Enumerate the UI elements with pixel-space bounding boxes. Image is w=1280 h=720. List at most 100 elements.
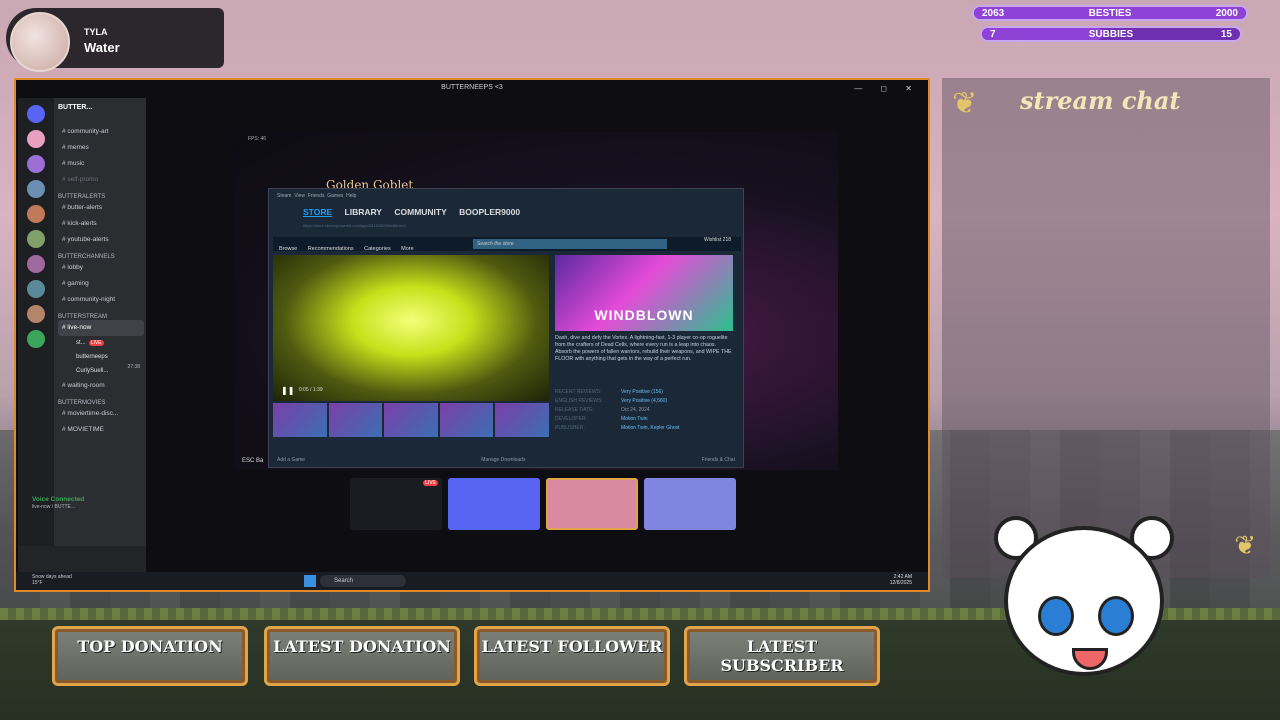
meta-value[interactable]: Motion Twin, Kepler Ghost: [621, 425, 680, 434]
subbies-goal-bar: 7 SUBBIES 15: [980, 26, 1242, 42]
steam-menu: Steam View Friends Games Help: [277, 193, 356, 199]
voice-user[interactable]: st... LIVE: [58, 336, 144, 350]
tab-store[interactable]: STORE: [303, 207, 332, 217]
server-icon[interactable]: [27, 305, 45, 323]
pause-icon[interactable]: ❚❚: [281, 386, 294, 395]
window-controls[interactable]: — ◻ ✕: [854, 84, 920, 93]
trailer-video[interactable]: 0:05 / 1:39 ❚❚: [273, 255, 549, 401]
meta-row: RELEASE DATE: Oct 24, 2024: [555, 407, 733, 416]
server-icon[interactable]: [27, 205, 45, 223]
dock-tile-server[interactable]: [644, 478, 736, 530]
server-icon[interactable]: [27, 130, 45, 148]
top-donation-panel: TOP DONATION: [52, 626, 248, 686]
menu-steam[interactable]: Steam: [277, 193, 291, 199]
tab-profile[interactable]: BOOPLER9000: [459, 207, 520, 217]
window-title: BUTTERNEEPS <3: [441, 84, 503, 91]
taskbar-search[interactable]: Search: [320, 575, 406, 587]
weather-widget[interactable]: Snow days ahead 15°F: [32, 574, 72, 586]
menu-help[interactable]: Help: [346, 193, 356, 199]
meta-value[interactable]: Very Positive (156): [621, 389, 663, 398]
channel-item[interactable]: # self-promo: [58, 172, 144, 188]
discord-sidebar: BUTTER... # community-art # memes # music #…: [18, 98, 146, 572]
dock-tile-avatar[interactable]: [546, 478, 638, 530]
thumbnail[interactable]: [384, 403, 438, 437]
thumbnail[interactable]: [439, 403, 494, 437]
channel-item[interactable]: # moviertime-disc...: [58, 406, 144, 422]
game-meta: RECENT REVIEWS: Very Positive (156) ENGLIS…: [555, 389, 733, 434]
store-nav: Browse Recommendations Categories More S…: [273, 237, 741, 252]
screen-capture: BUTTERNEEPS <3 — ◻ ✕ BUTTER... # communi…: [14, 78, 930, 592]
meta-key: RECENT REVIEWS:: [555, 389, 602, 395]
media-thumbnails: [273, 403, 549, 437]
wishlist-button[interactable]: Wishlist 218: [704, 237, 731, 243]
tab-library[interactable]: LIBRARY: [345, 207, 382, 217]
menu-friends[interactable]: Friends: [308, 193, 325, 199]
steam-window: Steam View Friends Games Help STORE LIBR…: [268, 188, 744, 468]
discord-home-icon[interactable]: [27, 105, 45, 123]
meta-value[interactable]: Very Positive (4,560): [621, 398, 667, 407]
channel-item[interactable]: # live-now: [58, 320, 144, 336]
fps-counter: FPS: 46: [248, 136, 267, 142]
channel-item[interactable]: # community-art: [58, 124, 144, 140]
server-icon[interactable]: [27, 155, 45, 173]
now-playing-widget: TYLA Water: [6, 8, 224, 72]
thumbnail[interactable]: [273, 403, 327, 437]
stream-chat-panel: ❦ stream chat ❦: [942, 78, 1270, 578]
meta-row: ENGLISH REVIEWS: Very Positive (4,560): [555, 398, 733, 407]
bear-eye: [1098, 596, 1134, 636]
friends-chat-button[interactable]: Friends & Chat: [702, 457, 735, 463]
nav-more[interactable]: More: [401, 246, 414, 252]
menu-games[interactable]: Games: [327, 193, 343, 199]
besties-goal-bar: 2063 BESTIES 2000: [972, 5, 1248, 21]
latest-subscriber-label: LATEST SUBSCRIBER: [720, 637, 844, 675]
server-name[interactable]: BUTTER...: [58, 104, 92, 111]
steam-footer: Add a Game Manage Downloads Friends & Ch…: [277, 457, 735, 463]
server-icon[interactable]: [27, 255, 45, 273]
channel-item[interactable]: # community-night: [58, 292, 144, 308]
add-game-button[interactable]: Add a Game: [277, 457, 305, 463]
weather-temp: 15°F: [32, 580, 43, 586]
clock[interactable]: 2:42 AM 12/8/2025: [890, 574, 912, 586]
add-server-icon[interactable]: [27, 330, 45, 348]
thumbnail[interactable]: [328, 403, 383, 437]
latest-follower-label: LATEST FOLLOWER: [481, 637, 663, 656]
dock-tile-discord[interactable]: [448, 478, 540, 530]
now-playing-artist: TYLA: [84, 27, 108, 37]
bear-mouth: [1072, 648, 1108, 670]
server-icon[interactable]: [27, 180, 45, 198]
meta-row: RECENT REVIEWS: Very Positive (156): [555, 389, 733, 398]
start-icon[interactable]: [304, 575, 316, 587]
channel-item[interactable]: # butter-alerts: [58, 200, 144, 216]
voice-status: Voice Connected: [32, 496, 85, 503]
tab-community[interactable]: COMMUNITY: [394, 207, 446, 217]
dock-tile-stream[interactable]: LIVE: [350, 478, 442, 530]
server-icon[interactable]: [27, 230, 45, 248]
voice-timer: 27:38: [127, 364, 140, 370]
channel-item[interactable]: # lobby: [58, 260, 144, 276]
channel-item[interactable]: # MOVIETIME: [58, 422, 144, 438]
channel-item[interactable]: # kick-alerts: [58, 216, 144, 232]
latest-donation-panel: LATEST DONATION: [264, 626, 460, 686]
voice-user[interactable]: butterneeps: [58, 350, 144, 364]
nav-recommendations[interactable]: Recommendations: [308, 246, 354, 252]
channel-item[interactable]: # gaming: [58, 276, 144, 292]
server-icon[interactable]: [27, 280, 45, 298]
thumbnail[interactable]: [495, 403, 549, 437]
meta-value[interactable]: Motion Twin: [621, 416, 648, 425]
channel-item[interactable]: # memes: [58, 140, 144, 156]
nav-categories[interactable]: Categories: [364, 246, 391, 252]
meta-value: Oct 24, 2024: [621, 407, 650, 413]
channel-item[interactable]: # waiting-room: [58, 378, 144, 394]
bear-eye: [1038, 596, 1074, 636]
menu-view[interactable]: View: [294, 193, 305, 199]
ornament-icon: ❦: [1234, 530, 1256, 560]
nav-browse[interactable]: Browse: [279, 246, 297, 252]
top-donation-label: TOP DONATION: [77, 637, 223, 656]
channel-item[interactable]: # youtube-alerts: [58, 232, 144, 248]
goal-name: BESTIES: [1088, 8, 1132, 19]
ornament-icon: ❦: [952, 87, 978, 120]
channel-item[interactable]: # music: [58, 156, 144, 172]
store-search-input[interactable]: Search the store: [473, 239, 667, 249]
video-time: 0:05 / 1:39: [299, 387, 323, 393]
manage-downloads-button[interactable]: Manage Downloads: [481, 457, 525, 463]
